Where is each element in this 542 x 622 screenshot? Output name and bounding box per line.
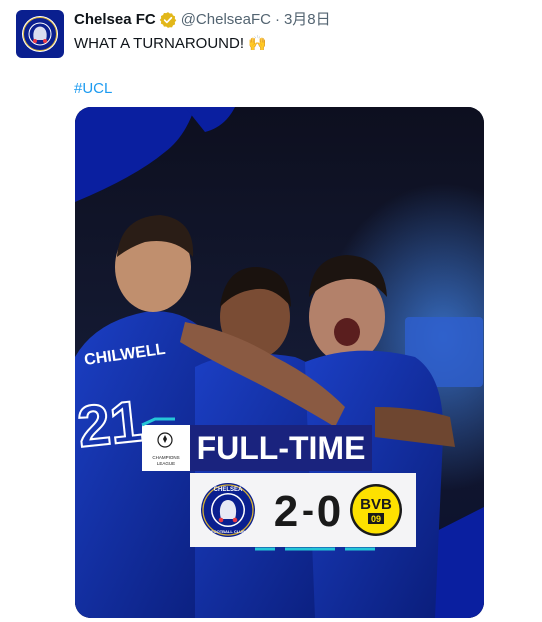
tweet-card: Chelsea FC @ChelseaFC · 3月8日 WHAT A TURN… <box>0 0 542 622</box>
hashtag-link[interactable]: #UCL <box>74 80 112 97</box>
bvb-crest-image: BVB 09 <box>350 484 402 536</box>
away-score: 0 <box>317 487 341 536</box>
tweet-content: Chelsea FC @ChelseaFC · 3月8日 WHAT A TURN… <box>74 10 528 98</box>
chelsea-crest-image: CHELSEA FOOTBALL CLUB <box>201 483 255 537</box>
verified-badge-icon <box>159 11 177 29</box>
tweet-media-image[interactable]: CHILWELL 21 CHAMPIONS LEAGUE FULL-TIME C… <box>75 107 484 618</box>
separator-dot: · <box>274 11 280 28</box>
chelsea-crest-text-top: CHELSEA <box>214 487 243 493</box>
display-name[interactable]: Chelsea FC <box>74 10 156 30</box>
bvb-crest-text-top: BVB <box>360 496 392 513</box>
full-time-text: FULL-TIME <box>197 430 366 466</box>
tweet-text: WHAT A TURNAROUND! 🙌 <box>74 35 267 52</box>
chelsea-crest-icon <box>22 16 58 52</box>
score-dash: - <box>302 489 314 530</box>
player-number-text: 21 <box>75 389 146 460</box>
home-score: 2 <box>274 487 298 536</box>
bvb-crest-text-bottom: 09 <box>371 514 381 524</box>
champions-league-logo: CHAMPIONS LEAGUE <box>142 425 190 471</box>
avatar[interactable] <box>16 10 64 58</box>
ucl-label-line1: CHAMPIONS <box>152 455 179 460</box>
ucl-label-line2: LEAGUE <box>157 461 175 466</box>
tweet-timestamp[interactable]: 3月8日 <box>284 10 331 30</box>
tweet-header: Chelsea FC @ChelseaFC · 3月8日 <box>74 10 528 30</box>
account-handle[interactable]: @ChelseaFC <box>181 10 271 30</box>
chelsea-crest-text-bottom: FOOTBALL CLUB <box>211 529 245 534</box>
